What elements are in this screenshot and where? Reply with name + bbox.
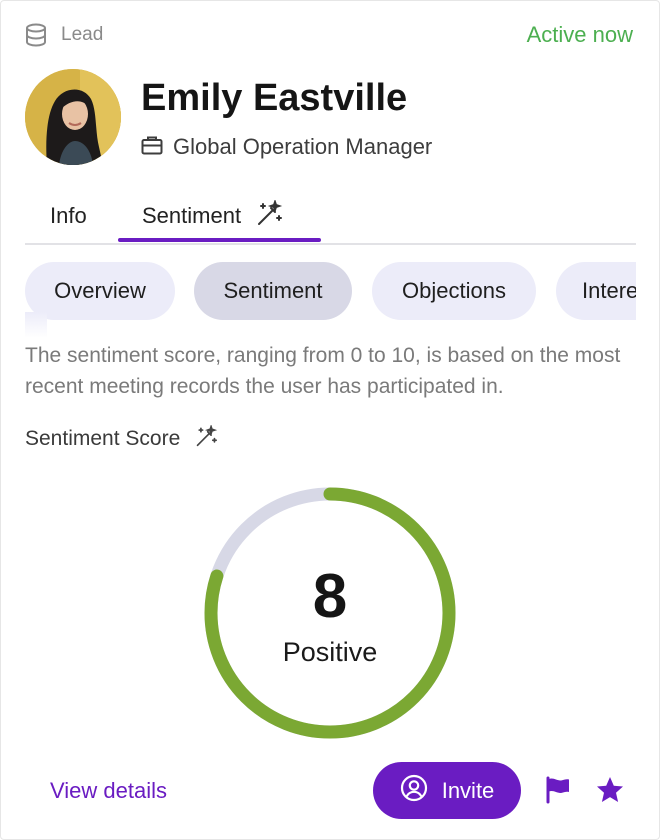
view-details-link[interactable]: View details: [50, 778, 167, 804]
contact-name: Emily Eastville: [141, 77, 408, 119]
database-icon: [25, 23, 47, 47]
active-tab-indicator: [118, 238, 321, 242]
lead-card: Lead Active now Emily Eastville Global O…: [0, 0, 660, 840]
sub-tab-bar: Overview Sentiment Objections Intere: [25, 262, 636, 338]
magic-wand-icon: [255, 198, 283, 232]
invite-label: Invite: [441, 777, 495, 803]
tab-info[interactable]: Info: [50, 191, 87, 241]
sentiment-score-heading: Sentiment Score: [25, 424, 218, 452]
sentiment-score-label: Sentiment Score: [25, 426, 181, 450]
sub-tab-objections[interactable]: Objections: [372, 262, 536, 320]
tab-info-label: Info: [50, 203, 87, 228]
tab-bar: Info Sentiment: [25, 191, 636, 245]
avatar: [25, 69, 121, 165]
sub-tab-interests[interactable]: Intere: [556, 262, 636, 320]
sub-tab-sentiment[interactable]: Sentiment: [194, 262, 352, 320]
invite-button[interactable]: Invite: [373, 762, 521, 819]
scroll-shadow: [25, 312, 47, 338]
job-title: Global Operation Manager: [173, 134, 433, 159]
flag-icon[interactable]: [544, 776, 572, 809]
record-type-label: Lead: [61, 24, 104, 45]
magic-wand-icon: [194, 424, 218, 452]
tab-sentiment[interactable]: Sentiment: [142, 191, 283, 241]
job-title-row: Global Operation Manager: [141, 134, 432, 160]
presence-status: Active now: [526, 22, 633, 47]
user-circle-icon: [400, 774, 428, 808]
sentiment-description: The sentiment score, ranging from 0 to 1…: [25, 344, 621, 398]
tab-sentiment-label: Sentiment: [142, 203, 242, 228]
sentiment-label: Positive: [282, 637, 378, 667]
sentiment-score-value: 8: [312, 562, 348, 631]
record-type: Lead: [25, 23, 103, 47]
briefcase-icon: [141, 135, 163, 160]
star-icon[interactable]: [595, 775, 625, 810]
sub-tab-overview[interactable]: Overview: [25, 262, 175, 320]
